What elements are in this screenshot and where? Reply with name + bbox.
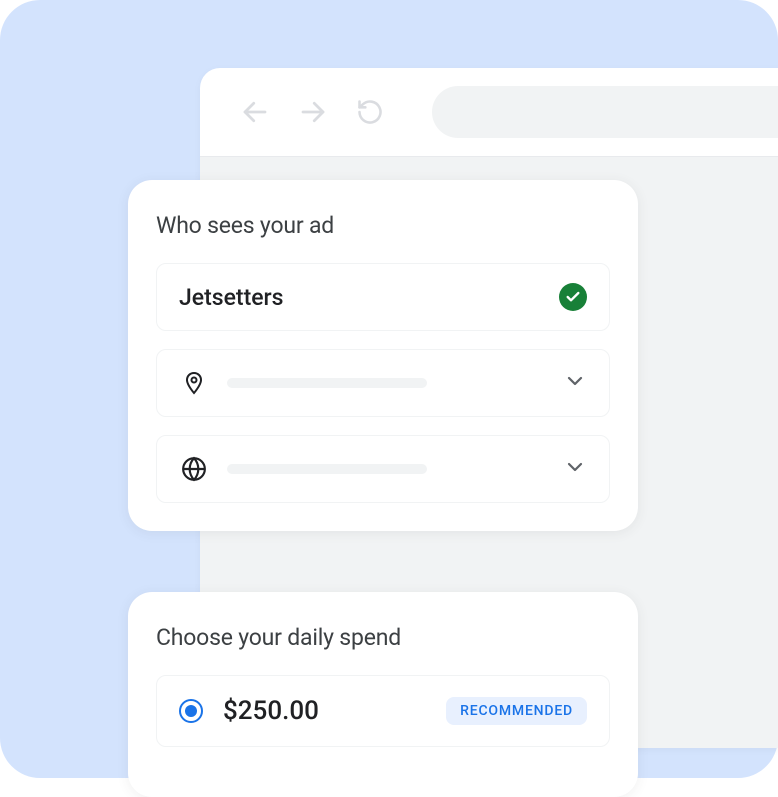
address-bar[interactable] [432, 86, 778, 138]
forward-icon[interactable] [298, 97, 328, 127]
language-placeholder [227, 464, 427, 474]
recommended-badge: RECOMMENDED [446, 697, 587, 725]
checkmark-icon [559, 283, 587, 311]
language-dropdown[interactable] [156, 435, 610, 503]
chevron-down-icon [563, 455, 587, 483]
audience-segment-row[interactable]: Jetsetters [156, 263, 610, 331]
browser-toolbar [200, 68, 778, 156]
spend-option-row[interactable]: $250.00 RECOMMENDED [156, 675, 610, 747]
spend-amount: $250.00 [223, 696, 426, 726]
back-icon[interactable] [240, 97, 270, 127]
radio-inner-dot [185, 705, 197, 717]
audience-card-title: Who sees your ad [156, 212, 610, 239]
audience-card: Who sees your ad Jetsetters [128, 180, 638, 531]
globe-icon [179, 456, 209, 482]
radio-button-selected[interactable] [179, 699, 203, 723]
reload-icon[interactable] [356, 98, 384, 126]
spend-card: Choose your daily spend $250.00 RECOMMEN… [128, 592, 638, 797]
audience-segment-label: Jetsetters [179, 284, 559, 311]
spend-card-title: Choose your daily spend [156, 624, 610, 651]
location-pin-icon [179, 369, 209, 397]
location-placeholder [227, 378, 427, 388]
chevron-down-icon [563, 369, 587, 397]
location-dropdown[interactable] [156, 349, 610, 417]
